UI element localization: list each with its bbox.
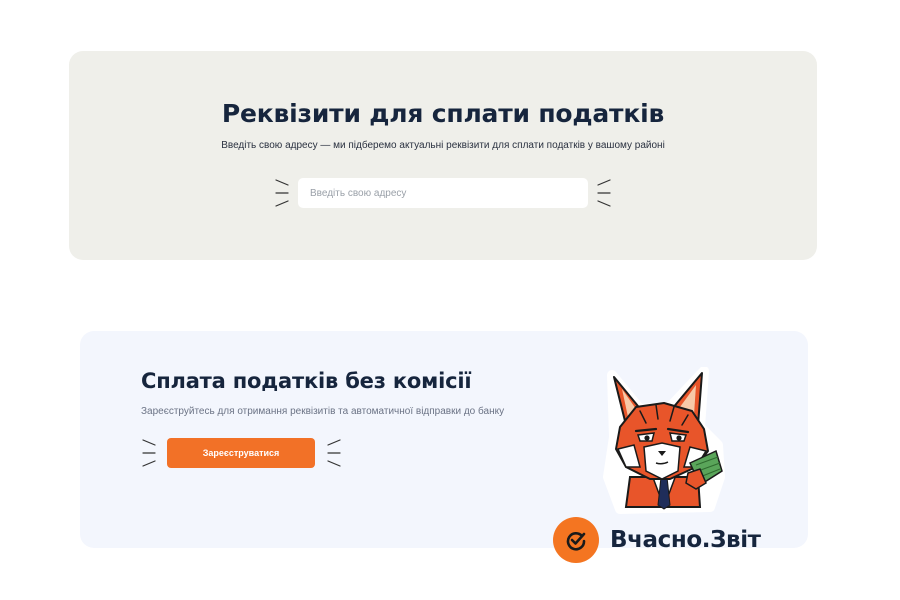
promo-card: Сплата податків без комісії Зареєструйте… — [80, 331, 808, 548]
check-circle-icon — [553, 517, 599, 563]
promo-title: Сплата податків без комісії — [141, 369, 472, 393]
attention-lines-right-icon — [327, 439, 341, 467]
brand-name: Вчасно.Звіт — [610, 527, 761, 553]
attention-lines-left-icon — [142, 439, 156, 467]
requisites-card: Реквізити для сплати податків Введіть св… — [69, 51, 817, 260]
requisites-title: Реквізити для сплати податків — [221, 99, 665, 128]
fox-mascot-icon — [603, 367, 725, 514]
register-button[interactable]: Зареєструватися — [167, 438, 315, 468]
brand-logo: Вчасно.Звіт — [553, 517, 761, 563]
address-input[interactable] — [298, 178, 588, 208]
attention-lines-left-icon — [275, 179, 289, 207]
attention-lines-right-icon — [597, 179, 611, 207]
promo-subtitle: Зареєструйтесь для отримання реквізитів … — [141, 406, 505, 417]
requisites-subtitle: Введіть свою адресу — ми підберемо актуа… — [221, 140, 665, 151]
